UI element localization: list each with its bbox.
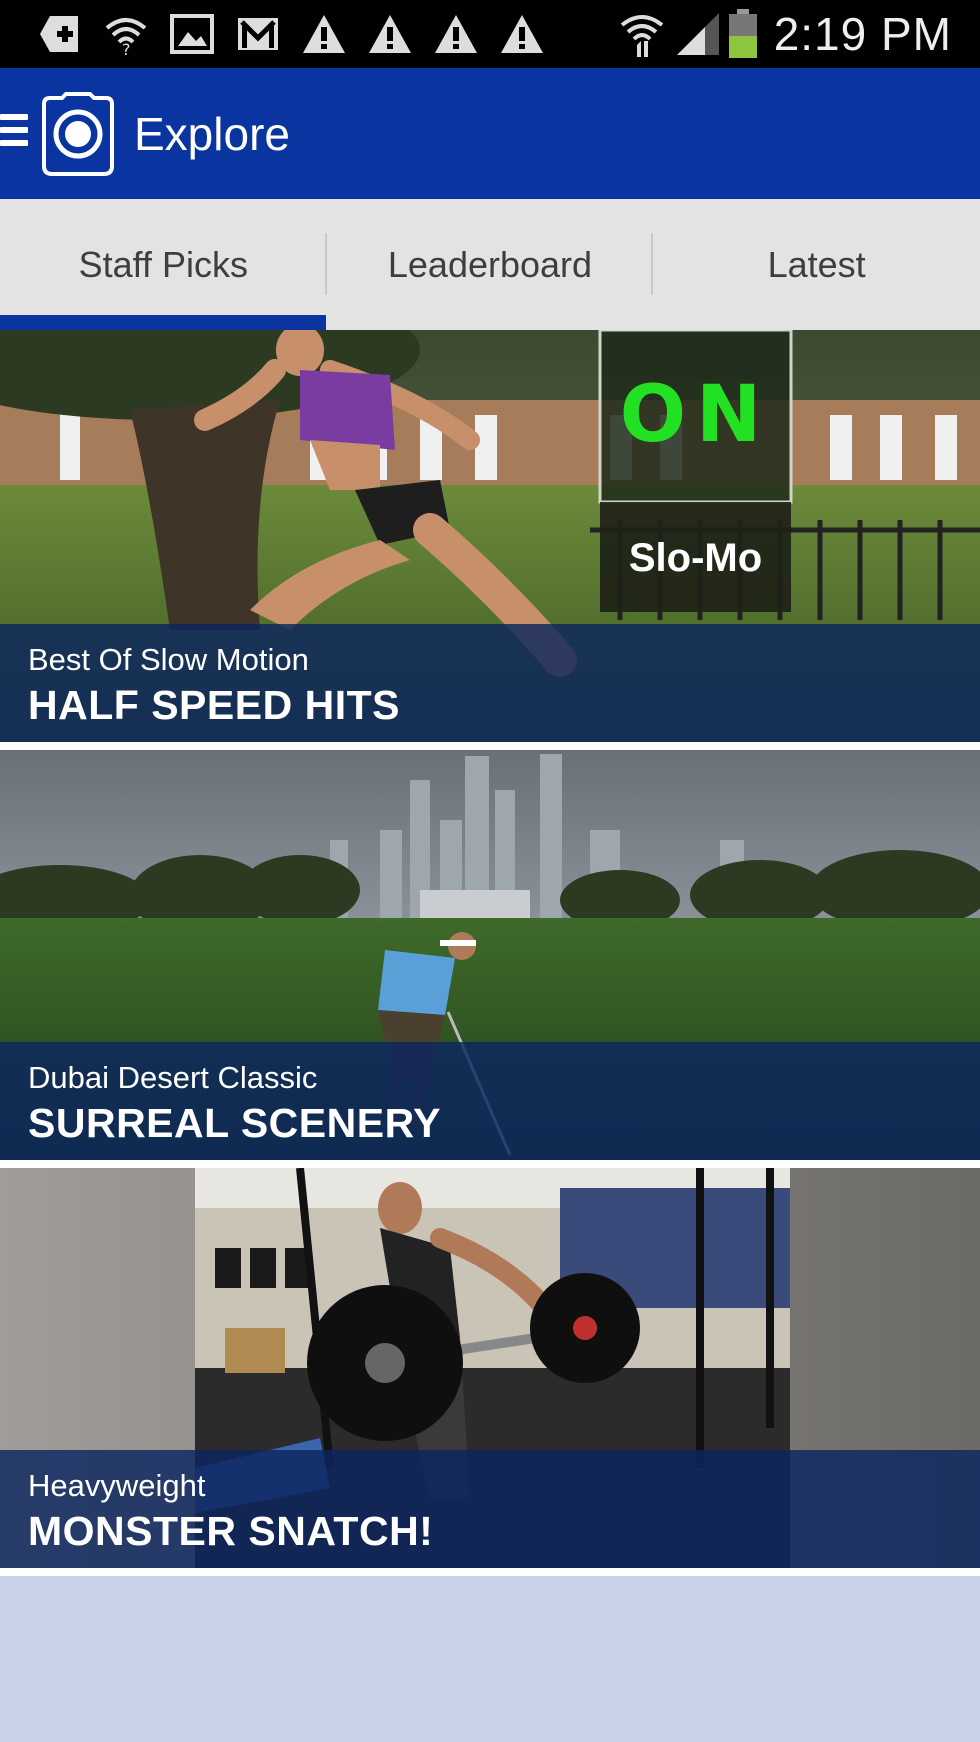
video-card[interactable]: ON Slo-Mo Best Of Slow Motion HALF SPEED… [0, 330, 980, 742]
tab-bar: Staff Picks Leaderboard Latest [0, 199, 980, 330]
card-subtitle: Dubai Desert Classic [28, 1060, 318, 1095]
menu-icon[interactable] [0, 114, 28, 154]
video-card[interactable]: Heavyweight MONSTER SNATCH! [0, 1168, 980, 1568]
system-icons: 2:19 PM [618, 8, 952, 60]
notification-icons: ? [36, 10, 564, 58]
camera-logo-icon[interactable] [34, 90, 122, 178]
warning-icon [300, 10, 348, 58]
warning-icon [432, 10, 480, 58]
warning-icon [366, 10, 414, 58]
battery-icon [726, 9, 760, 58]
wifi-question-icon: ? [102, 10, 150, 58]
tab-label: Leaderboard [387, 243, 593, 285]
clock: 2:19 PM [773, 8, 952, 60]
tab-leaderboard[interactable]: Leaderboard [327, 199, 654, 330]
card-subtitle: Heavyweight [28, 1468, 206, 1503]
signal-icon [674, 10, 722, 58]
page-title: Explore [134, 108, 290, 160]
slo-mo-label: Slo-Mo [628, 536, 763, 580]
tab-latest[interactable]: Latest [653, 199, 980, 330]
gmail-icon [234, 10, 282, 58]
card-title: HALF SPEED HITS [28, 682, 400, 728]
wifi-icon [618, 10, 666, 58]
card-separator [0, 1568, 980, 1576]
video-card[interactable]: Dubai Desert Classic SURREAL SCENERY [0, 750, 980, 1160]
card-separator [0, 1160, 980, 1168]
card-separator [0, 742, 980, 750]
app-bar: Explore [0, 68, 980, 199]
card-caption: Best Of Slow Motion HALF SPEED HITS [0, 624, 980, 742]
card-subtitle: Best Of Slow Motion [28, 642, 309, 677]
status-bar: ? 2:19 PM [0, 0, 980, 68]
card-caption: Heavyweight MONSTER SNATCH! [0, 1450, 980, 1568]
svg-text:?: ? [122, 40, 131, 56]
warning-icon [498, 10, 546, 58]
tab-staff-picks[interactable]: Staff Picks [0, 199, 327, 330]
card-caption: Dubai Desert Classic SURREAL SCENERY [0, 1042, 980, 1160]
card-title: MONSTER SNATCH! [28, 1508, 434, 1554]
plus-icon [36, 10, 84, 58]
selected-tab-indicator [0, 315, 326, 330]
tab-label: Latest [767, 243, 866, 285]
tab-label: Staff Picks [78, 243, 249, 285]
card-title: SURREAL SCENERY [28, 1100, 442, 1146]
slow-motion-on-label: ON [619, 370, 772, 460]
image-icon [168, 10, 216, 58]
next-card-peek[interactable] [0, 1576, 980, 1742]
